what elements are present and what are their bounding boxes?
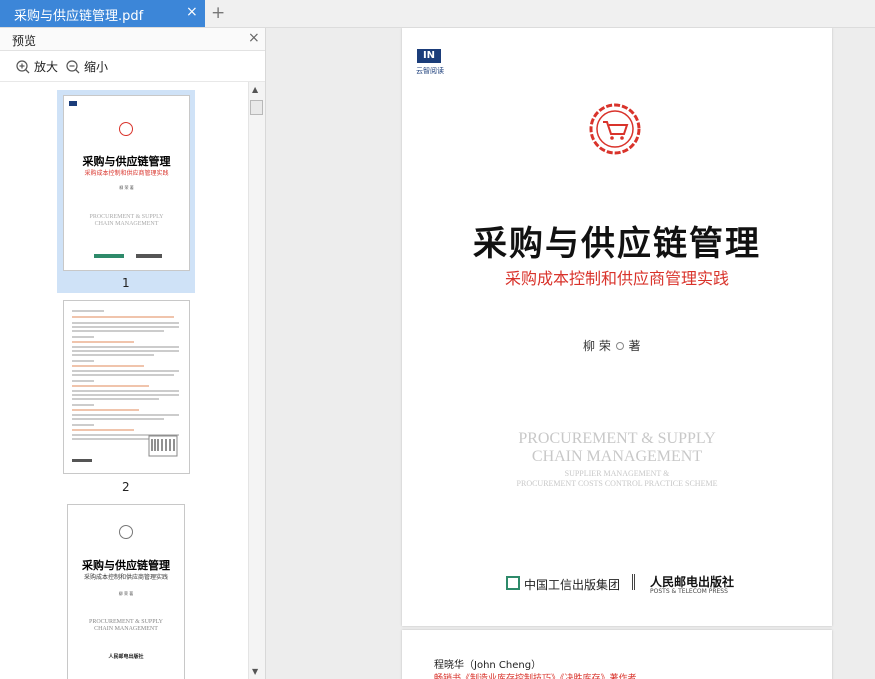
sidebar-title: 预览 <box>12 34 37 48</box>
cover-en-title-2: CHAIN MANAGEMENT <box>531 448 703 465</box>
publisher-logo-text: 云智阅读 <box>416 67 444 75</box>
zoom-in-icon <box>16 59 30 73</box>
publisher-1: 中国工信出版集团 <box>524 578 621 592</box>
thumb-3-cart-logo <box>119 525 133 539</box>
scroll-down-icon[interactable]: ▼ <box>252 667 258 676</box>
thumb-3-en-1: PROCUREMENT & SUPPLY <box>89 619 163 625</box>
thumbnail-list: 采购与供应链管理 采购成本控制和供应商管理实践 柳 荣 著 PROCUREMEN… <box>0 82 248 679</box>
ptpress-logo-icon <box>632 574 649 590</box>
cig-logo-icon <box>506 576 520 590</box>
thumb-3-publisher: 人民邮电出版社 <box>108 654 144 660</box>
zoom-in-label: 放大 <box>34 60 59 74</box>
publisher-2-en: POSTS & TELECOM PRESS <box>650 588 728 595</box>
tab-title: 采购与供应链管理.pdf <box>14 9 144 24</box>
page-2-line-1: 程晓华（John Cheng） <box>434 660 542 671</box>
thumb-title: 采购与供应链管理 <box>82 155 171 168</box>
close-tab-icon[interactable]: × <box>186 4 198 20</box>
zoom-out-icon <box>66 59 80 73</box>
page-2-line-2: 畅销书《制造业库存控制技巧》《决胜库存》著作者 <box>434 674 637 679</box>
tab-bar: 采购与供应链管理.pdf × + <box>0 0 875 28</box>
shopping-cart-icon <box>589 103 641 155</box>
cover-en-title-1: PROCUREMENT & SUPPLY <box>518 430 716 447</box>
zoom-toolbar: 放大 缩小 <box>0 51 265 82</box>
cover-en-sub-1: SUPPLIER MANAGEMENT & <box>564 469 670 478</box>
publisher-logo-thumb <box>69 101 77 106</box>
cover-author-name: 柳 荣 <box>583 339 611 353</box>
cover-title: 采购与供应链管理 <box>473 224 761 264</box>
thumb-2-text-lines <box>72 310 179 462</box>
cart-logo-thumb <box>119 122 133 136</box>
sidebar-close-icon[interactable]: × <box>248 30 260 46</box>
cover-en-sub-2: PROCUREMENT COSTS CONTROL PRACTICE SCHEM… <box>516 479 718 488</box>
scrollbar-thumb[interactable] <box>250 100 263 115</box>
zoom-out-label: 缩小 <box>84 60 109 74</box>
thumb-publisher-1 <box>94 254 124 258</box>
cover-author-suffix: 著 <box>628 339 641 353</box>
thumb-3-title: 采购与供应链管理 <box>82 559 170 572</box>
thumb-3-subtitle: 采购成本控制和供应商管理实践 <box>83 574 168 581</box>
cover-subtitle: 采购成本控制和供应商管理实践 <box>504 269 729 288</box>
page-thumbnail-2[interactable] <box>63 300 190 474</box>
cover-author: 柳 荣 著 <box>583 337 641 354</box>
pdf-page-2: 程晓华（John Cheng） 畅销书《制造业库存控制技巧》《决胜库存》著作者 <box>402 630 832 679</box>
page-thumbnail-3[interactable]: 采购与供应链管理 采购成本控制和供应商管理实践 柳 荣 著 PROCUREMEN… <box>67 504 185 679</box>
thumb-3-en-2: CHAIN MANAGEMENT <box>94 626 158 632</box>
new-tab-icon[interactable]: + <box>211 3 225 23</box>
thumb-subtitle: 采购成本控制和供应商管理实践 <box>84 170 169 177</box>
pdf-page-1: IN 云智阅读 采购与供应链管理 采购成本控制和供应商管理实践 柳 荣 著 PR… <box>402 28 832 626</box>
document-tab[interactable]: 采购与供应链管理.pdf × <box>0 0 205 27</box>
thumb-en-1: PROCUREMENT & SUPPLY <box>89 214 164 220</box>
page-number-1: 1 <box>122 276 130 290</box>
zoom-out-button[interactable]: 缩小 <box>66 58 108 75</box>
author-separator-icon <box>615 342 624 350</box>
zoom-in-button[interactable]: 放大 <box>16 58 58 75</box>
thumbnail-scrollbar[interactable]: ▲ ▼ <box>248 82 265 679</box>
page-number-2: 2 <box>122 480 130 494</box>
thumb-3-author: 柳 荣 著 <box>118 591 134 596</box>
page-thumbnail-1[interactable]: 采购与供应链管理 采购成本控制和供应商管理实践 柳 荣 著 PROCUREMEN… <box>63 95 190 271</box>
document-view[interactable]: IN 云智阅读 采购与供应链管理 采购成本控制和供应商管理实践 柳 荣 著 PR… <box>266 28 875 679</box>
thumb-author: 柳 荣 著 <box>119 185 134 190</box>
thumb-publisher-2 <box>136 254 162 258</box>
thumb-en-2: CHAIN MANAGEMENT <box>94 221 159 227</box>
preview-sidebar: 预览 × 放大 缩小 采购与供应链管理 采购成本控制和供应商管理实践 柳 荣 著… <box>0 28 266 679</box>
publisher-logo: IN <box>417 49 441 63</box>
scroll-up-icon[interactable]: ▲ <box>252 85 258 94</box>
sidebar-header: 预览 × <box>0 28 265 51</box>
